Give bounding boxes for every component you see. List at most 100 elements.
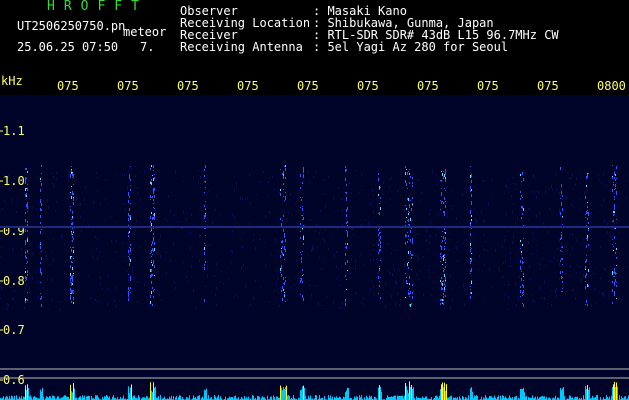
- noise-pixel: [302, 290, 303, 291]
- noise-pixel: [265, 264, 266, 267]
- echo-pixel: [25, 182, 26, 184]
- noise-pixel: [300, 241, 301, 242]
- noise-pixel: [551, 290, 552, 291]
- level-bar: [328, 395, 329, 400]
- noise-pixel: [365, 203, 366, 204]
- noise-pixel: [249, 223, 250, 226]
- echo-pixel: [613, 246, 614, 247]
- echo-pixel: [408, 171, 409, 172]
- noise-pixel: [471, 275, 472, 278]
- echo-pixel: [302, 251, 303, 252]
- echo-pixel: [616, 273, 617, 274]
- noise-pixel: [207, 265, 208, 268]
- echo-pixel: [614, 199, 615, 200]
- echo-pixel: [70, 288, 71, 291]
- echo-pixel: [407, 241, 408, 243]
- level-bar: [391, 396, 392, 400]
- echo-pixel: [444, 213, 445, 216]
- echo-pixel: [406, 283, 407, 284]
- noise-pixel: [554, 272, 555, 273]
- echo-pixel: [283, 254, 284, 256]
- noise-pixel: [600, 277, 601, 279]
- echo-pixel: [151, 291, 152, 294]
- noise-pixel: [474, 279, 475, 281]
- noise-pixel: [571, 177, 572, 179]
- echo-pixel: [615, 184, 616, 187]
- noise-pixel: [301, 175, 302, 177]
- noise-pixel: [559, 277, 560, 280]
- noise-pixel: [588, 283, 589, 285]
- echo-pixel: [303, 174, 304, 176]
- noise-pixel: [13, 299, 14, 300]
- noise-pixel: [170, 260, 171, 262]
- noise-pixel: [513, 203, 514, 205]
- echo-pixel: [520, 248, 521, 249]
- noise-pixel: [84, 198, 85, 201]
- noise-pixel: [115, 287, 116, 289]
- noise-pixel: [547, 303, 548, 304]
- level-bar: [229, 396, 230, 400]
- echo-pixel: [281, 274, 282, 277]
- noise-pixel: [97, 191, 98, 192]
- echo-pixel: [26, 277, 27, 280]
- echo-pixel: [346, 209, 347, 212]
- noise-pixel: [612, 234, 613, 235]
- echo-pixel: [586, 176, 587, 179]
- echo-pixel: [285, 280, 286, 282]
- noise-pixel: [581, 278, 582, 281]
- echo-pixel: [72, 211, 73, 214]
- noise-pixel: [372, 189, 373, 192]
- noise-pixel: [183, 262, 184, 263]
- echo-pixel: [72, 172, 73, 173]
- noise-pixel: [444, 202, 445, 205]
- echo-pixel: [585, 261, 586, 263]
- noise-pixel: [503, 262, 504, 264]
- noise-pixel: [249, 173, 250, 176]
- echo-pixel: [129, 208, 130, 211]
- echo-pixel: [406, 208, 407, 210]
- noise-pixel: [140, 247, 141, 248]
- noise-pixel: [22, 233, 23, 236]
- echo-pixel: [130, 185, 131, 186]
- noise-pixel: [338, 187, 339, 189]
- level-bar: [619, 395, 620, 400]
- noise-pixel: [619, 232, 620, 234]
- noise-pixel: [572, 247, 573, 250]
- level-bar: [154, 387, 155, 400]
- noise-pixel: [329, 269, 330, 270]
- noise-pixel: [148, 262, 149, 264]
- level-bar: [310, 395, 311, 400]
- echo-pixel: [41, 173, 42, 174]
- echo-pixel: [280, 189, 281, 191]
- echo-pixel: [150, 275, 151, 278]
- noise-pixel: [216, 304, 217, 306]
- noise-pixel: [237, 297, 238, 298]
- level-bar: [293, 395, 294, 400]
- noise-pixel: [385, 282, 386, 285]
- noise-pixel: [250, 202, 251, 204]
- noise-pixel: [97, 239, 98, 240]
- echo-pixel: [25, 276, 26, 279]
- noise-pixel: [144, 276, 145, 277]
- echo-pixel: [586, 185, 587, 187]
- noise-pixel: [69, 298, 70, 299]
- echo-pixel: [345, 243, 346, 245]
- noise-pixel: [566, 196, 567, 199]
- echo-pixel: [40, 270, 41, 272]
- echo-pixel: [128, 294, 129, 297]
- echo-pixel: [562, 277, 563, 278]
- echo-pixel: [130, 180, 131, 181]
- noise-pixel: [626, 245, 627, 246]
- level-bar: [520, 388, 521, 400]
- level-bar: [130, 387, 131, 400]
- level-bar: [29, 396, 30, 400]
- noise-pixel: [544, 283, 545, 284]
- echo-pixel: [70, 265, 71, 268]
- noise-pixel: [52, 251, 53, 252]
- noise-pixel: [508, 308, 509, 310]
- echo-pixel: [379, 203, 380, 204]
- echo-pixel: [522, 197, 523, 198]
- level-bar: [26, 390, 27, 400]
- noise-pixel: [194, 224, 195, 225]
- noise-pixel: [598, 212, 599, 213]
